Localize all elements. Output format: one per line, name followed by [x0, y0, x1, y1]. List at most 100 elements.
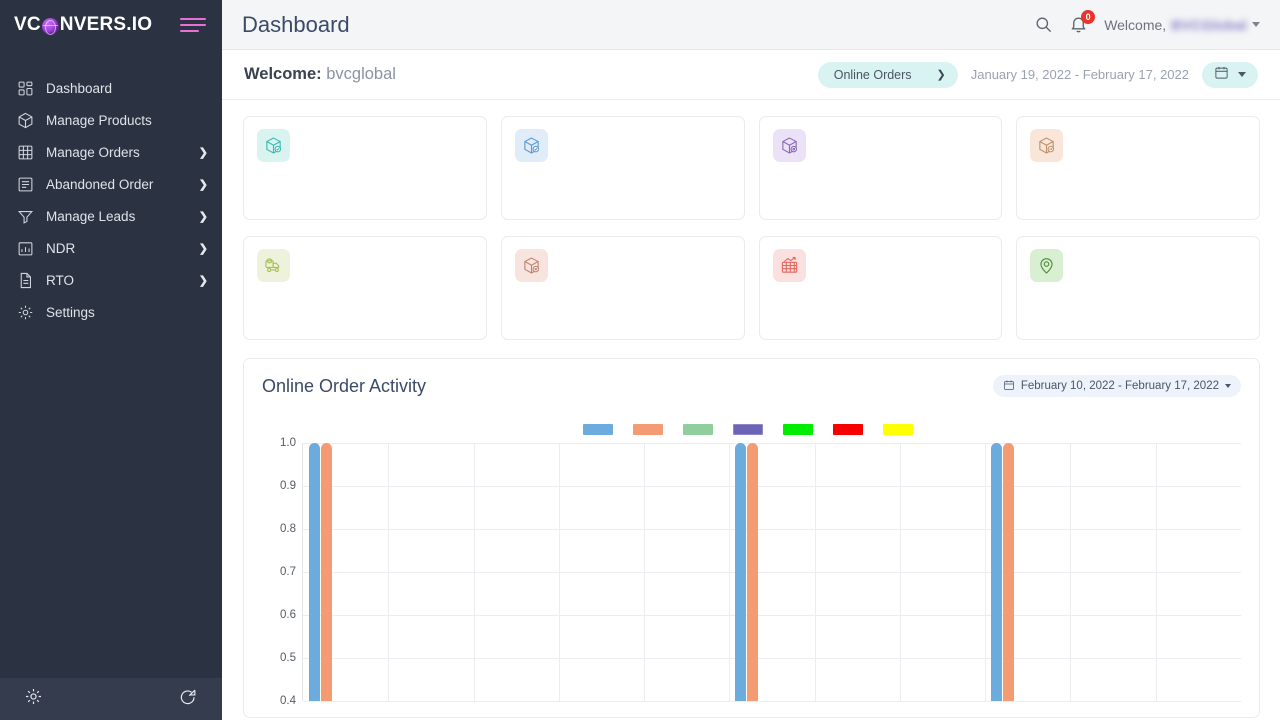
y-axis-tick-label: 0.8	[280, 523, 296, 535]
stat-card[interactable]	[759, 116, 1003, 220]
legend-item[interactable]	[683, 424, 720, 435]
legend-color-swatch	[683, 424, 713, 435]
chevron-right-icon: ❯	[199, 274, 208, 287]
legend-color-swatch	[783, 424, 813, 435]
legend-item[interactable]	[883, 424, 920, 435]
sidebar-item-manage-products[interactable]: Manage Products	[0, 104, 222, 136]
sidebar-header: VC NVERS.IO	[0, 0, 222, 50]
sidebar-item-label: Manage Products	[46, 113, 208, 128]
legend-color-swatch	[833, 424, 863, 435]
welcome-label: Welcome:	[244, 65, 322, 83]
legend-color-swatch	[883, 424, 913, 435]
stat-card[interactable]	[243, 116, 487, 220]
legend-item[interactable]	[833, 424, 870, 435]
sidebar-item-label: Abandoned Order	[46, 177, 199, 192]
grid-line-horizontal	[303, 701, 1241, 702]
globe-icon	[42, 18, 59, 35]
grid-line-vertical	[729, 443, 730, 701]
date-range-picker-button[interactable]	[1202, 62, 1258, 88]
package-icon	[16, 111, 35, 130]
sidebar-item-label: NDR	[46, 241, 199, 256]
sidebar-item-manage-leads[interactable]: Manage Leads ❯	[0, 200, 222, 232]
search-icon[interactable]	[1034, 15, 1053, 34]
legend-item[interactable]	[583, 424, 620, 435]
stat-card[interactable]	[1016, 116, 1260, 220]
sidebar-item-label: RTO	[46, 273, 199, 288]
calendar-icon	[1003, 379, 1015, 394]
y-axis-tick-label: 0.7	[280, 566, 296, 578]
abandoned-order-icon	[16, 175, 35, 194]
sidebar-item-label: Settings	[46, 305, 208, 320]
logo-text-post: NVERS.IO	[60, 14, 152, 36]
y-axis-tick-label: 1.0	[280, 437, 296, 449]
gear-icon	[16, 303, 35, 322]
y-axis-tick-label: 0.9	[280, 480, 296, 492]
logo-text-pre: VC	[14, 14, 41, 36]
chevron-right-icon: ❯	[199, 178, 208, 191]
sidebar-item-abandoned-order[interactable]: Abandoned Order ❯	[0, 168, 222, 200]
chart-header: Online Order Activity February 10, 2022 …	[262, 375, 1241, 397]
sidebar-item-ndr[interactable]: NDR ❯	[0, 232, 222, 264]
main-content: Dashboard 0 Welcome, BVCGlobal Welcome:	[222, 0, 1280, 720]
grid-line-vertical	[1070, 443, 1071, 701]
stat-cards-grid	[222, 100, 1280, 340]
stat-card[interactable]	[759, 236, 1003, 340]
hamburger-bar	[180, 30, 199, 32]
sidebar-item-rto[interactable]: RTO ❯	[0, 264, 222, 296]
stat-card-header	[773, 129, 988, 162]
order-type-select[interactable]: Online Orders ❯	[818, 62, 958, 88]
chevron-right-icon: ❯	[199, 210, 208, 223]
grid-line-vertical	[985, 443, 986, 701]
package-check-icon	[515, 129, 548, 162]
grid-line-vertical	[815, 443, 816, 701]
grid-line-vertical	[900, 443, 901, 701]
y-axis-tick-label: 0.4	[280, 695, 296, 707]
grid-line-vertical	[474, 443, 475, 701]
sidebar-item-dashboard[interactable]: Dashboard	[0, 72, 222, 104]
chart-grid	[302, 443, 1241, 701]
y-axis-tick-label: 0.6	[280, 609, 296, 621]
package-pause-icon	[1030, 129, 1063, 162]
chart-bar	[1003, 443, 1014, 701]
chevron-down-icon: ❯	[937, 68, 946, 81]
package-cancel-icon	[515, 249, 548, 282]
stat-card-header	[515, 129, 730, 162]
chart-title: Online Order Activity	[262, 376, 426, 397]
stat-card[interactable]	[1016, 236, 1260, 340]
calendar-icon	[1214, 65, 1229, 85]
date-range-label: January 19, 2022 - February 17, 2022	[971, 67, 1189, 82]
user-menu[interactable]: Welcome, BVCGlobal	[1104, 17, 1260, 33]
map-pin-icon	[1030, 249, 1063, 282]
legend-item[interactable]	[783, 424, 820, 435]
legend-item[interactable]	[633, 424, 670, 435]
document-icon	[16, 271, 35, 290]
gear-icon[interactable]	[24, 687, 43, 711]
app-logo[interactable]: VC NVERS.IO	[14, 14, 152, 36]
stat-card[interactable]	[501, 116, 745, 220]
grid-line-horizontal	[303, 615, 1241, 616]
hamburger-menu-icon[interactable]	[180, 12, 206, 39]
sidebar-item-manage-orders[interactable]: Manage Orders ❯	[0, 136, 222, 168]
grid-line-horizontal	[303, 486, 1241, 487]
revenue-chart-icon	[773, 249, 806, 282]
sidebar-nav: Dashboard Manage Products Manage Orders …	[0, 72, 222, 678]
legend-item[interactable]	[733, 424, 770, 435]
top-header-bar: Dashboard 0 Welcome, BVCGlobal	[222, 0, 1280, 50]
chevron-down-icon	[1225, 384, 1231, 388]
stat-card[interactable]	[501, 236, 745, 340]
package-gear-icon	[773, 129, 806, 162]
grid-line-vertical	[644, 443, 645, 701]
stat-card[interactable]	[243, 236, 487, 340]
grid-line-vertical	[559, 443, 560, 701]
chevron-down-icon	[1252, 22, 1260, 27]
grid-line-vertical	[388, 443, 389, 701]
chart-date-range-picker[interactable]: February 10, 2022 - February 17, 2022	[993, 375, 1241, 397]
sidebar-item-label: Manage Orders	[46, 145, 199, 160]
stat-card-header	[515, 249, 730, 282]
bell-icon[interactable]: 0	[1069, 15, 1088, 34]
dashboard-icon	[16, 79, 35, 98]
sidebar-item-settings[interactable]: Settings	[0, 296, 222, 328]
chart-plot-area: 1.00.90.80.70.60.50.4	[262, 443, 1241, 701]
chart-bar	[735, 443, 746, 701]
logout-icon[interactable]	[179, 687, 198, 711]
